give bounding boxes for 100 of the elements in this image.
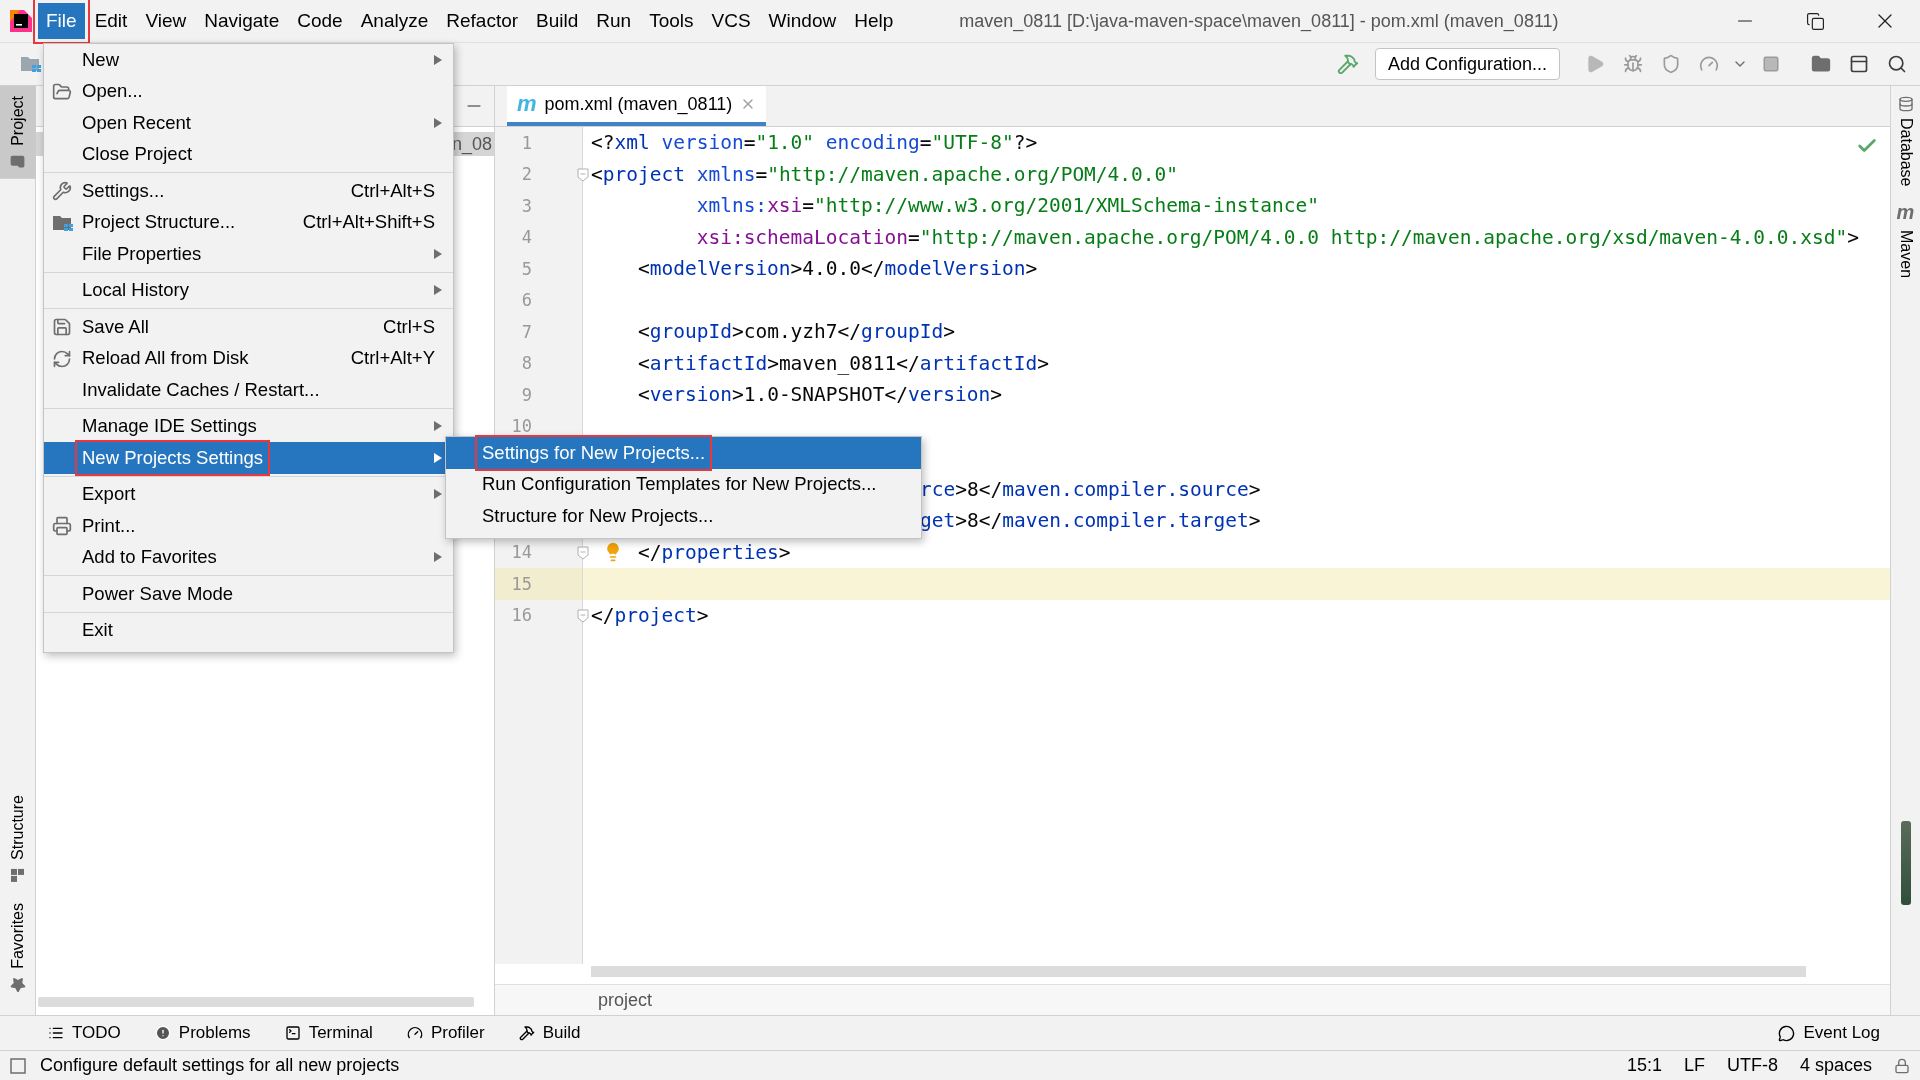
save-icon bbox=[52, 317, 72, 337]
line-number: 3 bbox=[520, 194, 533, 218]
editor-tab[interactable]: m pom.xml (maven_0811) bbox=[507, 86, 767, 126]
menu-item[interactable]: Settings for New Projects... bbox=[446, 437, 921, 469]
menu-bar-item[interactable]: Build bbox=[528, 3, 587, 39]
line-number: 9 bbox=[520, 383, 533, 407]
indent-setting[interactable]: 4 spaces bbox=[1799, 1055, 1872, 1076]
menu-item[interactable]: Exit bbox=[44, 614, 453, 646]
coverage-icon[interactable] bbox=[1661, 54, 1681, 74]
menu-bar-item[interactable]: Help bbox=[846, 3, 902, 39]
menu-item[interactable]: Open... bbox=[44, 75, 453, 107]
tool-window-tab[interactable]: Favorites bbox=[0, 893, 36, 1003]
code-line: rce>8</maven.compiler.source> bbox=[920, 477, 1261, 501]
code-line: <modelVersion>4.0.0</modelVersion> bbox=[637, 257, 1038, 281]
wrench-icon bbox=[52, 181, 72, 201]
open-folder-icon bbox=[52, 81, 72, 102]
menu-item[interactable]: Local History bbox=[44, 274, 453, 306]
printer-icon bbox=[52, 516, 72, 536]
menu-bar-item[interactable]: Edit bbox=[86, 3, 136, 39]
menu-item[interactable]: Save All Ctrl+S bbox=[44, 311, 453, 343]
restore-icon[interactable] bbox=[1805, 11, 1825, 31]
database-icon bbox=[1897, 96, 1914, 112]
tool-window-tab[interactable]: Structure bbox=[0, 785, 36, 894]
line-number: 14 bbox=[510, 541, 533, 565]
tool-window-tab[interactable]: Project bbox=[0, 86, 36, 179]
profiler-icon[interactable] bbox=[1699, 54, 1719, 74]
file-encoding[interactable]: UTF-8 bbox=[1726, 1055, 1778, 1076]
line-number: 2 bbox=[520, 163, 533, 187]
menu-bar-item[interactable]: Refactor bbox=[438, 3, 527, 39]
tool-window-tab[interactable]: m Maven bbox=[1896, 200, 1915, 278]
breadcrumb[interactable]: project bbox=[598, 989, 653, 1011]
code-line: </project> bbox=[591, 603, 709, 627]
menu-item[interactable]: Close Project bbox=[44, 138, 453, 170]
menu-item[interactable]: Power Save Mode bbox=[44, 578, 453, 610]
line-number: 10 bbox=[510, 415, 533, 439]
code-line: <?xml version="1.0" encoding="UTF-8"?> bbox=[591, 131, 1038, 155]
tool-window-button[interactable]: Terminal bbox=[280, 1023, 377, 1043]
stop-icon[interactable] bbox=[1762, 55, 1780, 73]
line-number: 5 bbox=[520, 257, 533, 281]
hammer-icon[interactable] bbox=[1336, 53, 1359, 75]
menu-item[interactable]: Settings... Ctrl+Alt+S bbox=[44, 175, 453, 207]
menu-bar-item[interactable]: Analyze bbox=[352, 3, 437, 39]
menu-bar-item[interactable]: Code bbox=[289, 3, 351, 39]
line-separator[interactable]: LF bbox=[1683, 1055, 1705, 1076]
code-line: </properties> bbox=[637, 540, 791, 564]
search-icon[interactable] bbox=[1887, 54, 1907, 74]
code-line: xmlns:xsi="http://www.w3.org/2001/XMLSchema-instance" bbox=[696, 194, 1319, 218]
layout-icon[interactable] bbox=[1849, 54, 1869, 74]
project-folder-icon[interactable] bbox=[20, 54, 42, 74]
code-line: <project xmlns="http://maven.apache.org/POM/4.0.0" bbox=[591, 162, 1179, 186]
fold-icon[interactable] bbox=[577, 545, 589, 560]
menu-item[interactable]: Reload All from Disk Ctrl+Alt+Y bbox=[44, 342, 453, 374]
fold-icon[interactable] bbox=[577, 167, 589, 182]
menu-bar-item[interactable]: Navigate bbox=[196, 3, 288, 39]
add-configuration-button[interactable]: Add Configuration... bbox=[1374, 48, 1560, 80]
code-line: xsi:schemaLocation="http://maven.apache.org/POM/4.0.0 http://maven.apache.org/xsd/maven-4.0.0.xsd"> bbox=[696, 225, 1859, 249]
code-line: <groupId>com.yzh7</groupId> bbox=[637, 320, 955, 344]
submenu-arrow-icon bbox=[433, 284, 443, 297]
tool-window-button[interactable]: Profiler bbox=[402, 1023, 489, 1043]
status-message: Configure default settings for all new projects bbox=[40, 1055, 400, 1076]
app-logo-icon bbox=[10, 10, 32, 32]
tool-window-button[interactable]: Problems bbox=[150, 1023, 255, 1043]
menu-item[interactable]: Open Recent bbox=[44, 107, 453, 139]
code-line: <version>1.0-SNAPSHOT</version> bbox=[637, 383, 1002, 407]
menu-bar-item[interactable]: Window bbox=[760, 3, 845, 39]
submenu-arrow-icon bbox=[433, 116, 443, 129]
tool-window-button[interactable]: Event Log bbox=[1774, 1023, 1884, 1043]
folder-icon bbox=[10, 153, 25, 169]
menu-item[interactable]: Invalidate Caches / Restart... bbox=[44, 374, 453, 406]
run-icon[interactable] bbox=[1585, 54, 1605, 74]
menu-item[interactable]: New bbox=[44, 44, 453, 76]
code-line: <artifactId>maven_0811</artifactId> bbox=[637, 351, 1049, 375]
terminal-icon bbox=[284, 1025, 301, 1041]
star-icon bbox=[9, 977, 26, 993]
list-icon bbox=[48, 1025, 64, 1041]
menu-item[interactable]: Structure for New Projects... bbox=[446, 500, 921, 532]
menu-bar-item[interactable]: View bbox=[137, 3, 195, 39]
status-toggle-icon[interactable] bbox=[10, 1057, 26, 1074]
lock-icon[interactable] bbox=[1894, 1057, 1910, 1074]
submenu-arrow-icon bbox=[433, 451, 443, 464]
submenu-arrow-icon bbox=[433, 247, 443, 260]
tool-window-button[interactable]: TODO bbox=[44, 1023, 125, 1043]
menu-item[interactable]: File Properties bbox=[44, 238, 453, 270]
menu-bar-item[interactable]: Tools bbox=[641, 3, 702, 39]
gauge-icon bbox=[406, 1025, 423, 1041]
menu-bar-item[interactable]: VCS bbox=[703, 3, 759, 39]
event-log-icon bbox=[1778, 1024, 1796, 1042]
menu-bar-item[interactable]: Run bbox=[588, 3, 640, 39]
window-title: maven_0811 [D:\java-maven-space\maven_0811] - pom.xml (maven_0811) bbox=[959, 10, 1559, 32]
menu-item[interactable]: Add to Favorites bbox=[44, 541, 453, 573]
caret-position[interactable]: 15:1 bbox=[1626, 1055, 1662, 1076]
code-line: get>8</maven.compiler.target> bbox=[920, 509, 1261, 533]
menu-item[interactable]: Project Structure... Ctrl+Alt+Shift+S bbox=[44, 206, 453, 238]
reload-icon bbox=[52, 348, 72, 369]
folder-icon[interactable] bbox=[1811, 54, 1831, 74]
debug-icon[interactable] bbox=[1623, 54, 1643, 74]
tool-window-tab[interactable]: Database bbox=[1896, 96, 1915, 187]
submenu-arrow-icon bbox=[433, 53, 443, 66]
tool-window-button[interactable]: Build bbox=[514, 1023, 585, 1043]
fold-icon[interactable] bbox=[577, 608, 589, 623]
